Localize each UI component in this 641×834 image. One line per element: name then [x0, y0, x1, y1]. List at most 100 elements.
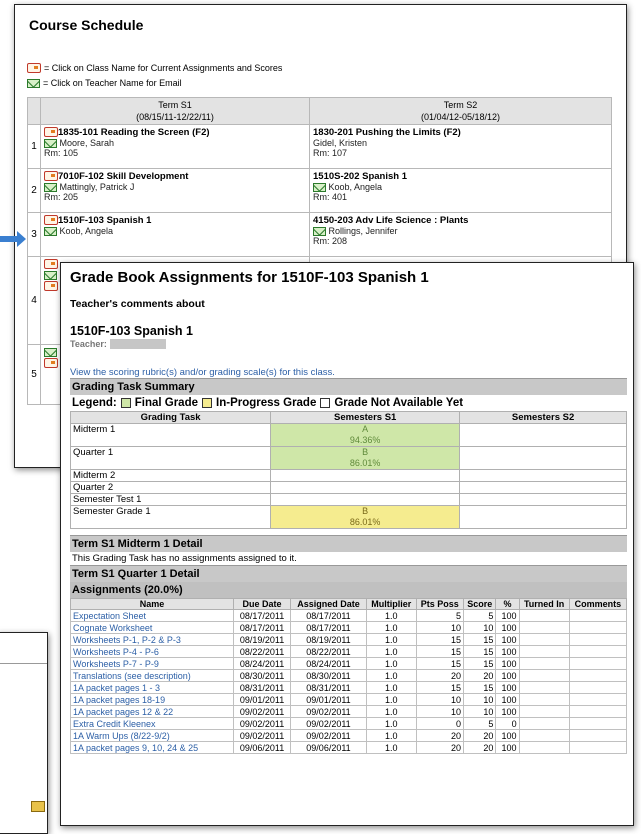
multiplier: 1.0	[365, 705, 417, 718]
term-s2-dates: (01/04/12-05/18/12)	[420, 112, 501, 122]
percent: 100	[495, 645, 520, 658]
table-row: Translations (see description) 08/30/2011…	[70, 669, 628, 682]
turned-in	[518, 609, 570, 622]
assigned-date: 09/02/2011	[290, 717, 367, 730]
multiplier: 1.0	[365, 717, 417, 730]
score: 15	[463, 633, 497, 646]
folder-icon[interactable]	[44, 281, 58, 292]
assignment-name-link[interactable]: 1A packet pages 9, 10, 24 & 25	[70, 741, 234, 754]
col-due-date: Due Date	[232, 598, 292, 610]
turned-in	[518, 621, 570, 634]
task-name: Midterm 1	[69, 423, 272, 447]
table-row: Worksheets P-4 - P-6 08/22/2011 08/22/2011…	[70, 645, 628, 658]
comments	[568, 729, 628, 742]
table-row: 1A packet pages 9, 10, 24 & 25 09/06/2011…	[70, 741, 628, 754]
class-link[interactable]: 7010F-102 Skill Development	[44, 171, 306, 182]
assignments-header-row: Name Due Date Assigned Date Multiplier P…	[70, 598, 628, 610]
table-row: Midterm 2	[69, 469, 627, 482]
col-turned-in: Turned In	[518, 598, 570, 610]
grade-cell[interactable]: A 94.36%	[270, 423, 461, 447]
assigned-date: 08/30/2011	[290, 669, 367, 682]
comments	[568, 621, 628, 634]
percent: 100	[495, 657, 520, 670]
score: 15	[463, 645, 497, 658]
table-row: 3 1510F-103 Spanish 1 Koob, Angela 4150-…	[27, 212, 612, 257]
table-row: Worksheets P-7 - P-9 08/24/2011 08/24/2011…	[70, 657, 628, 670]
assignment-name-link[interactable]: 1A packet pages 12 & 22	[70, 705, 234, 718]
turned-in	[518, 681, 570, 694]
assignment-name-link[interactable]: Extra Credit Kleenex	[70, 717, 234, 730]
small-app-icon	[31, 801, 45, 812]
multiplier: 1.0	[365, 693, 417, 706]
assignment-name-link[interactable]: Worksheets P-7 - P-9	[70, 657, 234, 670]
page-title: Course Schedule	[29, 17, 144, 33]
envelope-icon	[313, 183, 326, 193]
schedule-cell: 4150-203 Adv Life Science : Plants Rolli…	[309, 212, 612, 257]
term-s1-dates: (08/15/11-12/22/11)	[136, 112, 214, 122]
legend-not-available: Grade Not Available Yet	[334, 397, 464, 409]
envelope-icon[interactable]	[44, 347, 57, 357]
legend-prefix: Legend:	[72, 397, 117, 409]
assigned-date: 08/22/2011	[290, 645, 367, 658]
grade-cell[interactable]: B 86.01%	[270, 505, 461, 529]
assignment-name-link[interactable]: Worksheets P-1, P-2 & P-3	[70, 633, 234, 646]
class-link[interactable]: 1830-201 Pushing the Limits (F2)	[313, 127, 608, 138]
folder-icon[interactable]	[44, 358, 58, 369]
comments	[568, 657, 628, 670]
assignment-name-link[interactable]: Cognate Worksheet	[70, 621, 234, 634]
room: Rm: 208	[313, 236, 348, 247]
class-link[interactable]: 1510S-202 Spanish 1	[313, 171, 608, 182]
assignment-name-link[interactable]: 1A Warm Ups (8/22-9/2)	[70, 729, 234, 742]
turned-in	[518, 657, 570, 670]
col-assigned-date: Assigned Date	[290, 598, 367, 610]
teacher-link[interactable]: Mattingly, Patrick J	[44, 182, 306, 193]
assignment-name-link[interactable]: 1A packet pages 1 - 3	[70, 681, 234, 694]
turned-in	[518, 645, 570, 658]
period-number: 3	[27, 212, 41, 257]
teacher-link[interactable]: Rollings, Jennifer	[313, 226, 608, 237]
rubric-link[interactable]: View the scoring rubric(s) and/or gradin…	[70, 367, 627, 378]
score: 15	[463, 657, 497, 670]
table-row: 1 1835-101 Reading the Screen (F2) Moore…	[27, 124, 612, 169]
class-link[interactable]: 1510F-103 Spanish 1	[44, 215, 306, 226]
teacher-link[interactable]: Moore, Sarah	[44, 138, 306, 149]
points-possible: 15	[415, 633, 465, 646]
turned-in	[518, 741, 570, 754]
due-date: 08/31/2011	[232, 681, 292, 694]
not-available-swatch	[320, 398, 331, 408]
comments	[568, 705, 628, 718]
teacher-link[interactable]: Koob, Angela	[44, 226, 306, 237]
arrow-indicator	[0, 231, 26, 247]
schedule-header-row: Term S1 (08/15/11-12/22/11) Term S2 (01/…	[27, 97, 612, 125]
task-name: Quarter 2	[69, 481, 272, 494]
envelope-icon[interactable]	[44, 270, 57, 280]
score: 15	[463, 681, 497, 694]
class-link[interactable]: 1835-101 Reading the Screen (F2)	[44, 127, 306, 138]
table-row: Semester Grade 1 B 86.01%	[69, 505, 627, 529]
course-name: 1510F-103 Spanish 1	[70, 324, 193, 338]
midterm-detail-text: This Grading Task has no assignments ass…	[72, 553, 297, 564]
teacher-link[interactable]: Koob, Angela	[313, 182, 608, 193]
class-link[interactable]: 4150-203 Adv Life Science : Plants	[313, 215, 608, 226]
score: 10	[463, 693, 497, 706]
percent: 100	[495, 741, 520, 754]
col-name: Name	[70, 598, 234, 610]
assignment-name-link[interactable]: Expectation Sheet	[70, 609, 234, 622]
percent: 100	[495, 669, 520, 682]
assignment-name-link[interactable]: 1A packet pages 18-19	[70, 693, 234, 706]
points-possible: 15	[415, 657, 465, 670]
grade-cell[interactable]: B 86.01%	[270, 446, 461, 470]
assignment-name-link[interactable]: Worksheets P-4 - P-6	[70, 645, 234, 658]
due-date: 09/06/2011	[232, 741, 292, 754]
teacher-link[interactable]: Gidel, Kristen	[313, 138, 608, 148]
gradebook-title: Grade Book Assignments for 1510F-103 Spa…	[70, 269, 429, 286]
schedule-cell: 1835-101 Reading the Screen (F2) Moore, …	[40, 124, 310, 169]
turned-in	[518, 633, 570, 646]
points-possible: 10	[415, 693, 465, 706]
comments	[568, 681, 628, 694]
turned-in	[518, 717, 570, 730]
table-row: Expectation Sheet 08/17/2011 08/17/2011 1.0…	[70, 609, 628, 622]
assignment-name-link[interactable]: Translations (see description)	[70, 669, 234, 682]
due-date: 08/24/2011	[232, 657, 292, 670]
multiplier: 1.0	[365, 741, 417, 754]
